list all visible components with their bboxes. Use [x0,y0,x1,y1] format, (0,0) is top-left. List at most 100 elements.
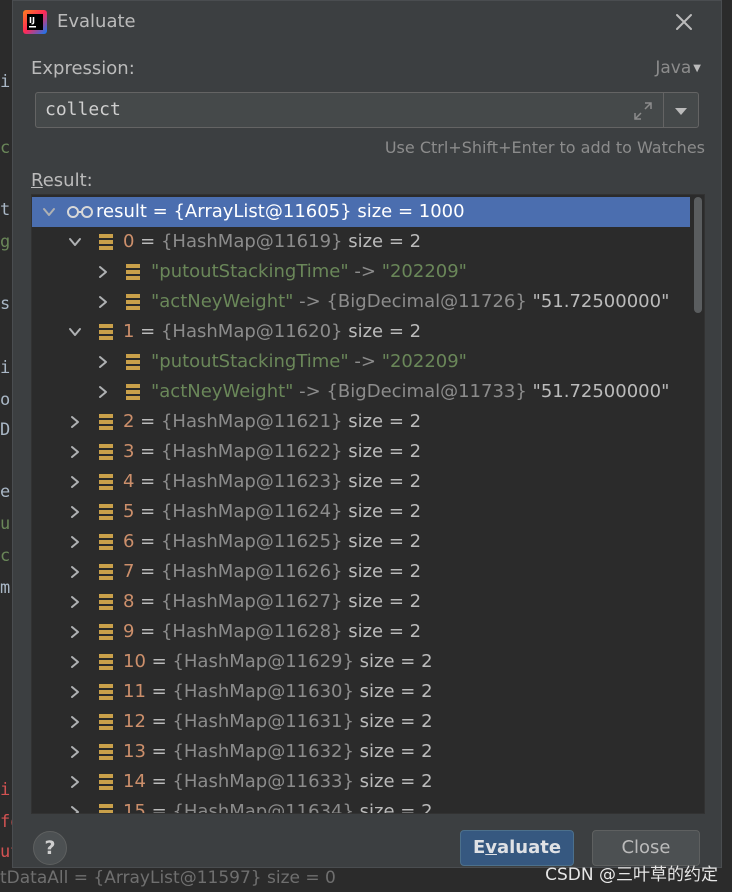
tree-row-text: 6 = {HashMap@11625} size = 2 [123,531,421,552]
expression-input[interactable]: collect [35,92,699,128]
field-icon [98,413,114,431]
node-size: size = 2 [353,651,433,672]
entry-arrow: -> [293,381,327,402]
equals-sign: = [134,231,161,252]
chevron-right-icon[interactable] [68,557,84,587]
chevron-down-icon[interactable] [42,197,58,227]
tree-row-map[interactable]: 0 = {HashMap@11619} size = 2 [32,227,690,257]
equals-sign: = [145,651,173,672]
equals-sign: = [145,801,173,814]
tree-row-entry[interactable]: "putoutStackingTime" -> "202209" [32,257,690,287]
tree-row-map[interactable]: 8 = {HashMap@11627} size = 2 [32,587,690,617]
node-name: 11 [123,681,146,702]
tree-row-map[interactable]: 10 = {HashMap@11629} size = 2 [32,647,690,677]
tree-row-map[interactable]: 3 = {HashMap@11622} size = 2 [32,437,690,467]
entry-display-value: "51.72500000" [526,381,670,402]
node-name: 0 [123,231,135,252]
tree-row-map[interactable]: 5 = {HashMap@11624} size = 2 [32,497,690,527]
node-name: 13 [123,741,146,762]
tree-row-text: 8 = {HashMap@11627} size = 2 [123,591,421,612]
field-icon [98,233,114,251]
tree-row-map[interactable]: 7 = {HashMap@11626} size = 2 [32,557,690,587]
node-value: {HashMap@11621} [160,411,343,432]
chevron-right-icon[interactable] [68,587,84,617]
field-icon [98,743,114,761]
node-value: {HashMap@11622} [160,441,343,462]
chevron-right-icon[interactable] [68,437,84,467]
chevron-down-icon[interactable] [68,227,84,257]
field-icon [98,443,114,461]
close-icon[interactable] [671,9,697,35]
help-button[interactable]: ? [33,831,67,865]
chevron-right-icon[interactable] [68,707,84,737]
tree-row-entry[interactable]: "putoutStackingTime" -> "202209" [32,347,690,377]
chevron-right-icon[interactable] [96,257,112,287]
expression-text[interactable]: collect [45,99,121,120]
tree-row-entry[interactable]: "actNeyWeight" -> {BigDecimal@11726} "51… [32,287,690,317]
node-name: 14 [123,771,146,792]
editor-code-fragment: t [0,200,11,220]
chevron-right-icon[interactable] [96,287,112,317]
chevron-right-icon[interactable] [68,407,84,437]
equals-sign: = [134,321,161,342]
node-name: 1 [123,321,135,342]
chevron-right-icon[interactable] [68,467,84,497]
field-icon [98,563,114,581]
tree-row-text: "actNeyWeight" -> {BigDecimal@11726} "51… [151,291,669,312]
node-value: {HashMap@11630} [172,681,354,702]
tree-row-map[interactable]: 9 = {HashMap@11628} size = 2 [32,617,690,647]
equals-sign: = [145,711,173,732]
node-name: 3 [123,441,135,462]
tree-row-map[interactable]: 12 = {HashMap@11631} size = 2 [32,707,690,737]
chevron-right-icon[interactable] [68,527,84,557]
result-label: Result: [31,170,93,191]
tree-row-map[interactable]: 11 = {HashMap@11630} size = 2 [32,677,690,707]
node-name: 12 [123,711,146,732]
node-size: size = 2 [342,471,422,492]
node-value: {HashMap@11620} [160,321,343,342]
node-value: {HashMap@11623} [160,471,343,492]
chevron-down-icon[interactable] [672,102,690,120]
tree-row-root[interactable]: result = {ArrayList@11605} size = 1000 [32,197,690,227]
entry-arrow: -> [293,291,327,312]
tree-row-map[interactable]: 6 = {HashMap@11625} size = 2 [32,527,690,557]
tree-row-map[interactable]: 4 = {HashMap@11623} size = 2 [32,467,690,497]
node-size: size = 2 [342,501,422,522]
result-tree[interactable]: result = {ArrayList@11605} size = 1000 0 … [31,194,705,814]
dialog-title: Evaluate [57,11,136,32]
language-selector[interactable]: Java ▼ [655,58,701,78]
tree-row-map[interactable]: 1 = {HashMap@11620} size = 2 [32,317,690,347]
field-icon [98,713,114,731]
chevron-right-icon[interactable] [68,647,84,677]
editor-bottom-text: tDataAll = {ArrayList@11597} size = 0 [0,868,336,888]
editor-code-fragment: i [0,358,11,378]
tree-row-map[interactable]: 13 = {HashMap@11632} size = 2 [32,737,690,767]
tree-row-text: 10 = {HashMap@11629} size = 2 [123,651,433,672]
chevron-right-icon[interactable] [68,617,84,647]
chevron-right-icon[interactable] [68,767,84,797]
watches-hint: Use Ctrl+Shift+Enter to add to Watches [384,138,705,157]
chevron-down-icon[interactable] [68,317,84,347]
tree-row-map[interactable]: 15 = {HashMap@11634} size = 2 [32,797,690,814]
editor-gutter [0,0,12,892]
tree-scrollbar[interactable] [694,197,702,313]
entry-arrow: -> [348,261,382,282]
entry-key: "putoutStackingTime" [151,261,349,282]
chevron-right-icon[interactable] [68,677,84,707]
equals-sign: = [134,531,161,552]
entry-value: {BigDecimal@11726} [326,291,527,312]
chevron-right-icon[interactable] [68,797,84,813]
expand-icon[interactable] [633,101,653,121]
chevron-right-icon[interactable] [96,377,112,407]
field-icon [125,293,141,311]
field-icon [98,773,114,791]
tree-row-map[interactable]: 14 = {HashMap@11633} size = 2 [32,767,690,797]
dialog-titlebar[interactable]: IJ Evaluate [13,1,721,43]
chevron-right-icon[interactable] [68,737,84,767]
chevron-right-icon[interactable] [68,497,84,527]
node-value: {HashMap@11626} [160,561,343,582]
chevron-right-icon[interactable] [96,347,112,377]
editor-code-fragment: u [0,514,11,534]
tree-row-entry[interactable]: "actNeyWeight" -> {BigDecimal@11733} "51… [32,377,690,407]
tree-row-map[interactable]: 2 = {HashMap@11621} size = 2 [32,407,690,437]
